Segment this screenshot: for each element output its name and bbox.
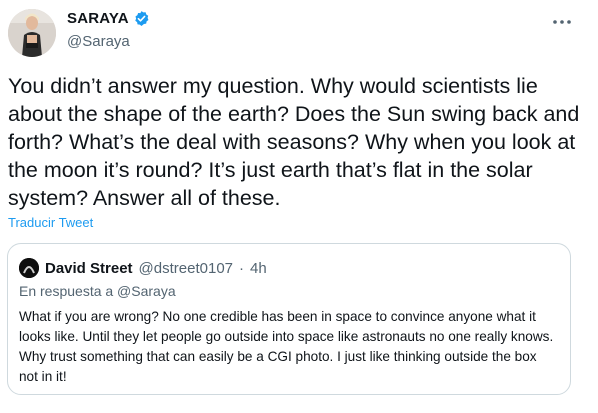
quoted-time[interactable]: 4h bbox=[250, 260, 267, 277]
quoted-handle[interactable]: @dstreet0107 bbox=[139, 260, 233, 277]
tweet-text: You didn’t answer my question. Why would… bbox=[8, 74, 580, 210]
author-avatar[interactable] bbox=[8, 9, 56, 57]
quoted-separator: · bbox=[239, 259, 244, 277]
author-display-name[interactable]: SARAYA bbox=[67, 10, 129, 27]
quoted-tweet[interactable]: David Street @dstreet0107 · 4h En respue… bbox=[7, 243, 571, 395]
author-avatar-image bbox=[8, 9, 56, 57]
quoted-author-avatar[interactable] bbox=[19, 258, 39, 278]
more-dots-icon bbox=[553, 20, 571, 24]
more-options-button[interactable] bbox=[550, 10, 574, 34]
quoted-tweet-header: David Street @dstreet0107 · 4h bbox=[19, 258, 267, 278]
quoted-display-name[interactable]: David Street bbox=[45, 260, 133, 277]
author-name-row: SARAYA bbox=[67, 10, 150, 27]
author-handle[interactable]: @Saraya bbox=[67, 33, 130, 50]
quoted-tweet-text: What if you are wrong? No one credible h… bbox=[19, 309, 554, 384]
translate-tweet-link[interactable]: Traducir Tweet bbox=[8, 215, 93, 230]
verified-badge-icon bbox=[135, 11, 149, 26]
quoted-avatar-image bbox=[19, 258, 39, 278]
reply-context: En respuesta a @Saraya bbox=[19, 283, 176, 299]
